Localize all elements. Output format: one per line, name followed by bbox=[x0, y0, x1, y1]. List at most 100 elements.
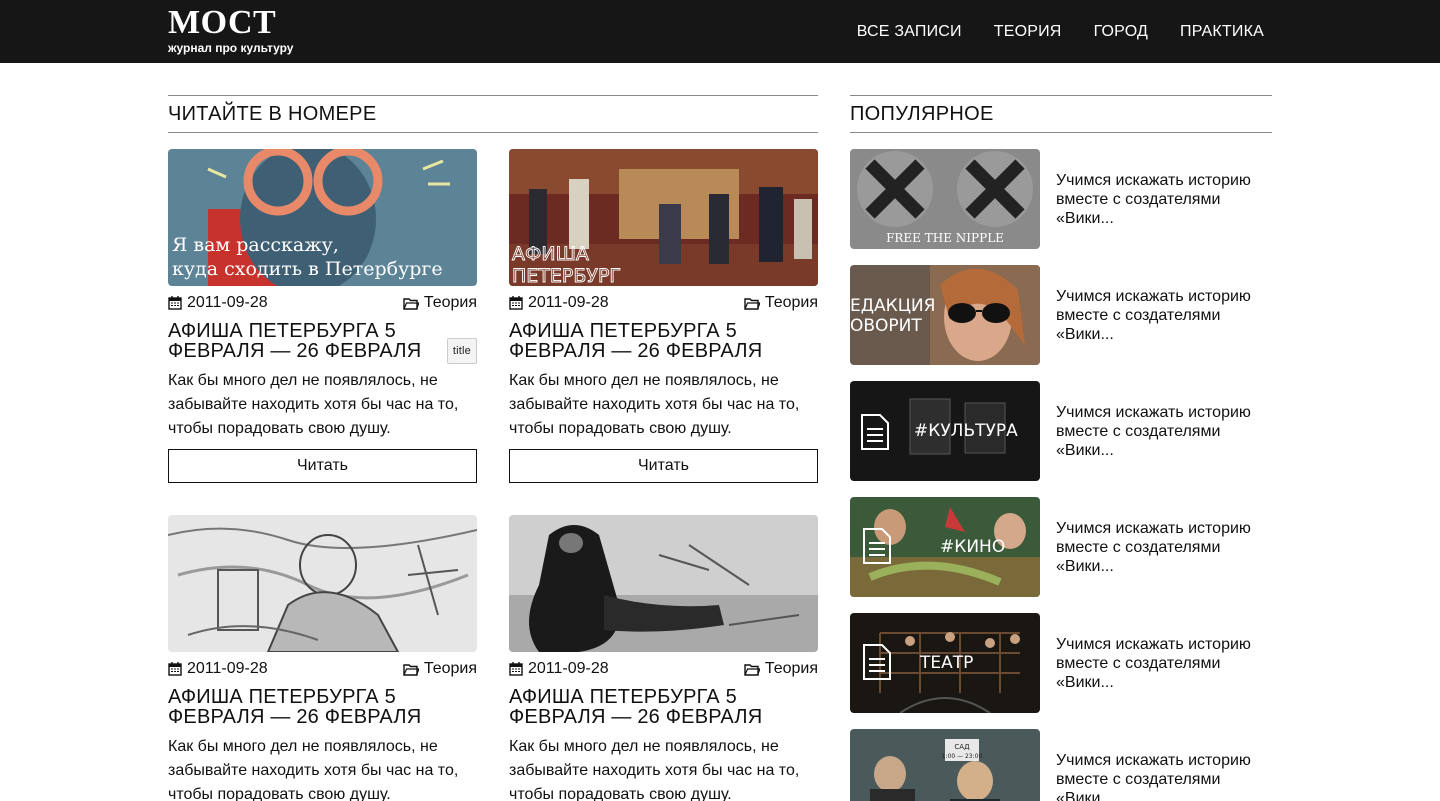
folder-icon bbox=[744, 663, 760, 676]
article-excerpt: Как бы много дел не появлялось, не забыв… bbox=[509, 738, 800, 801]
article-excerpt: Как бы много дел не появлялось, не забыв… bbox=[168, 738, 459, 801]
article-date: 2011-09-28 bbox=[168, 294, 268, 312]
calendar-icon bbox=[509, 662, 523, 676]
article-title-text: АФИША ПЕТЕРБУРГА 5 ФЕВРАЛЯ — 26 ФЕВРАЛЯ bbox=[168, 686, 422, 728]
main-nav: ВСЕ ЗАПИСИ ТЕОРИЯ ГОРОД ПРАКТИКА bbox=[825, 0, 1264, 63]
article-date: 2011-09-28 bbox=[509, 660, 609, 678]
read-button[interactable]: Читать bbox=[168, 449, 477, 483]
popular-image-caption: 1:00 — 23:00 bbox=[942, 753, 983, 760]
article-category-text: Теория bbox=[423, 294, 477, 311]
logo-name: МОСТ bbox=[168, 4, 277, 41]
calendar-icon bbox=[168, 662, 182, 676]
article-title-text: АФИША ПЕТЕРБУРГА 5 ФЕВРАЛЯ — 26 ФЕВРАЛЯ bbox=[509, 320, 763, 362]
article-title[interactable]: АФИША ПЕТЕРБУРГА 5 ФЕВРАЛЯ — 26 ФЕВРАЛЯ … bbox=[168, 320, 477, 364]
popular-image: FREE THE NIPPLE bbox=[850, 149, 1040, 249]
article-image: Я вам расскажу, куда сходить в Петербург… bbox=[168, 149, 477, 286]
article-meta: 2011-09-28 Теория bbox=[509, 660, 818, 680]
article-title[interactable]: АФИША ПЕТЕРБУРГА 5 ФЕВРАЛЯ — 26 ФЕВРАЛЯ bbox=[509, 687, 818, 727]
article-date: 2011-09-28 bbox=[509, 294, 609, 312]
read-button[interactable]: Читать bbox=[509, 449, 818, 483]
article-date-text: 2011-09-28 bbox=[187, 294, 268, 311]
article-excerpt: Как бы много дел не появлялось, не забыв… bbox=[168, 372, 459, 437]
article-date: 2011-09-28 bbox=[168, 660, 268, 678]
article-category[interactable]: Теория bbox=[744, 660, 818, 678]
popular-image-caption: ОВОРИТ bbox=[850, 316, 922, 336]
popular-text: Учимся искажать историю вместе с создате… bbox=[1056, 636, 1251, 691]
article-image bbox=[168, 515, 477, 652]
article-thumbnail[interactable] bbox=[168, 515, 477, 652]
popular-image-caption: FREE THE NIPPLE bbox=[886, 231, 1004, 245]
article-thumbnail[interactable]: АФИША ПЕТЕРБУРГ bbox=[509, 149, 818, 286]
calendar-icon bbox=[509, 296, 523, 310]
popular-text: Учимся искажать историю вместе с создате… bbox=[1056, 404, 1251, 459]
popular-image: #КИНО bbox=[850, 497, 1040, 597]
popular-item[interactable]: ТЕАТР Учимся искажать историю вместе с с… bbox=[850, 613, 1272, 713]
article-date-text: 2011-09-28 bbox=[528, 294, 609, 311]
popular-thumbnail[interactable]: САД 1:00 — 23:00 bbox=[850, 729, 1040, 801]
article-image-caption: АФИША bbox=[512, 243, 589, 265]
article-card: 2011-09-28 Теория АФИША ПЕТЕРБУРГА 5 ФЕВ… bbox=[509, 515, 818, 801]
article-image-caption: куда сходить в Петербурге bbox=[172, 258, 443, 280]
article-meta: 2011-09-28 Теория bbox=[168, 660, 477, 680]
popular-item[interactable]: ЕДАКЦИЯ ОВОРИТ Учимся искажать историю в… bbox=[850, 265, 1272, 365]
article-category-text: Теория bbox=[764, 294, 818, 311]
article-category[interactable]: Теория bbox=[403, 660, 477, 678]
popular-text: Учимся искажать историю вместе с создате… bbox=[1056, 172, 1251, 227]
popular-item[interactable]: #КУЛЬТУРА Учимся искажать историю вместе… bbox=[850, 381, 1272, 481]
article-meta: 2011-09-28 Теория bbox=[509, 294, 818, 314]
issue-heading-text: ЧИТАЙТЕ В НОМЕРЕ bbox=[168, 103, 377, 125]
article-excerpt: Как бы много дел не появлялось, не забыв… bbox=[509, 372, 800, 437]
article-date-text: 2011-09-28 bbox=[528, 660, 609, 677]
issue-heading: ЧИТАЙТЕ В НОМЕРЕ bbox=[168, 95, 818, 133]
popular-item[interactable]: FREE THE NIPPLE Учимся искажать историю … bbox=[850, 149, 1272, 249]
article-thumbnail[interactable] bbox=[509, 515, 818, 652]
popular-image-caption: #КУЛЬТУРА bbox=[914, 421, 1018, 441]
popular-item[interactable]: САД 1:00 — 23:00 Учимся искажать историю… bbox=[850, 729, 1272, 801]
folder-icon bbox=[403, 663, 419, 676]
folder-icon bbox=[403, 297, 419, 310]
popular-thumbnail[interactable]: ТЕАТР bbox=[850, 613, 1040, 713]
popular-heading-text: ПОПУЛЯРНОЕ bbox=[850, 103, 994, 125]
article-card: АФИША ПЕТЕРБУРГ 2011-09-28 Теория АФИША … bbox=[509, 149, 818, 483]
article-card: 2011-09-28 Теория АФИША ПЕТЕРБУРГА 5 ФЕВ… bbox=[168, 515, 477, 801]
article-image-caption: ПЕТЕРБУРГ bbox=[512, 265, 621, 286]
popular-image-caption: #КИНО bbox=[940, 537, 1005, 557]
article-category[interactable]: Теория bbox=[403, 294, 477, 312]
article-category-text: Теория bbox=[423, 660, 477, 677]
site-logo[interactable]: МОСТ журнал про культуру bbox=[168, 4, 294, 56]
article-category-text: Теория bbox=[764, 660, 818, 677]
calendar-icon bbox=[168, 296, 182, 310]
article-category[interactable]: Теория bbox=[744, 294, 818, 312]
nav-all-posts[interactable]: ВСЕ ЗАПИСИ bbox=[857, 23, 962, 41]
nav-practice[interactable]: ПРАКТИКА bbox=[1180, 23, 1264, 41]
title-tooltip: title bbox=[446, 338, 477, 364]
popular-thumbnail[interactable]: ЕДАКЦИЯ ОВОРИТ bbox=[850, 265, 1040, 365]
site-header: МОСТ журнал про культуру ВСЕ ЗАПИСИ ТЕОР… bbox=[0, 0, 1440, 63]
popular-image: #КУЛЬТУРА bbox=[850, 381, 1040, 481]
nav-city[interactable]: ГОРОД bbox=[1094, 23, 1148, 41]
article-date-text: 2011-09-28 bbox=[187, 660, 268, 677]
article-image: АФИША ПЕТЕРБУРГ bbox=[509, 149, 818, 286]
article-title-text: АФИША ПЕТЕРБУРГА 5 ФЕВРАЛЯ — 26 ФЕВРАЛЯ bbox=[168, 320, 422, 362]
article-title[interactable]: АФИША ПЕТЕРБУРГА 5 ФЕВРАЛЯ — 26 ФЕВРАЛЯ bbox=[509, 321, 818, 361]
popular-image: САД 1:00 — 23:00 bbox=[850, 729, 1040, 801]
article-thumbnail[interactable]: Я вам расскажу, куда сходить в Петербург… bbox=[168, 149, 477, 286]
nav-theory[interactable]: ТЕОРИЯ bbox=[994, 23, 1062, 41]
popular-text: Учимся искажать историю вместе с создате… bbox=[1056, 752, 1251, 801]
popular-heading: ПОПУЛЯРНОЕ bbox=[850, 95, 1272, 133]
logo-tagline: журнал про культуру bbox=[168, 41, 294, 55]
popular-thumbnail[interactable]: FREE THE NIPPLE bbox=[850, 149, 1040, 249]
popular-image-caption: ЕДАКЦИЯ bbox=[850, 296, 935, 316]
article-card: Я вам расскажу, куда сходить в Петербург… bbox=[168, 149, 477, 483]
popular-thumbnail[interactable]: #КИНО bbox=[850, 497, 1040, 597]
popular-item[interactable]: #КИНО Учимся искажать историю вместе с с… bbox=[850, 497, 1272, 597]
article-title[interactable]: АФИША ПЕТЕРБУРГА 5 ФЕВРАЛЯ — 26 ФЕВРАЛЯ bbox=[168, 687, 477, 727]
popular-image-caption: САД bbox=[954, 743, 970, 751]
popular-text: Учимся искажать историю вместе с создате… bbox=[1056, 288, 1251, 343]
folder-icon bbox=[744, 297, 760, 310]
article-meta: 2011-09-28 Теория bbox=[168, 294, 477, 314]
article-image bbox=[509, 515, 818, 652]
popular-thumbnail[interactable]: #КУЛЬТУРА bbox=[850, 381, 1040, 481]
popular-image: ТЕАТР bbox=[850, 613, 1040, 713]
popular-text: Учимся искажать историю вместе с создате… bbox=[1056, 520, 1251, 575]
